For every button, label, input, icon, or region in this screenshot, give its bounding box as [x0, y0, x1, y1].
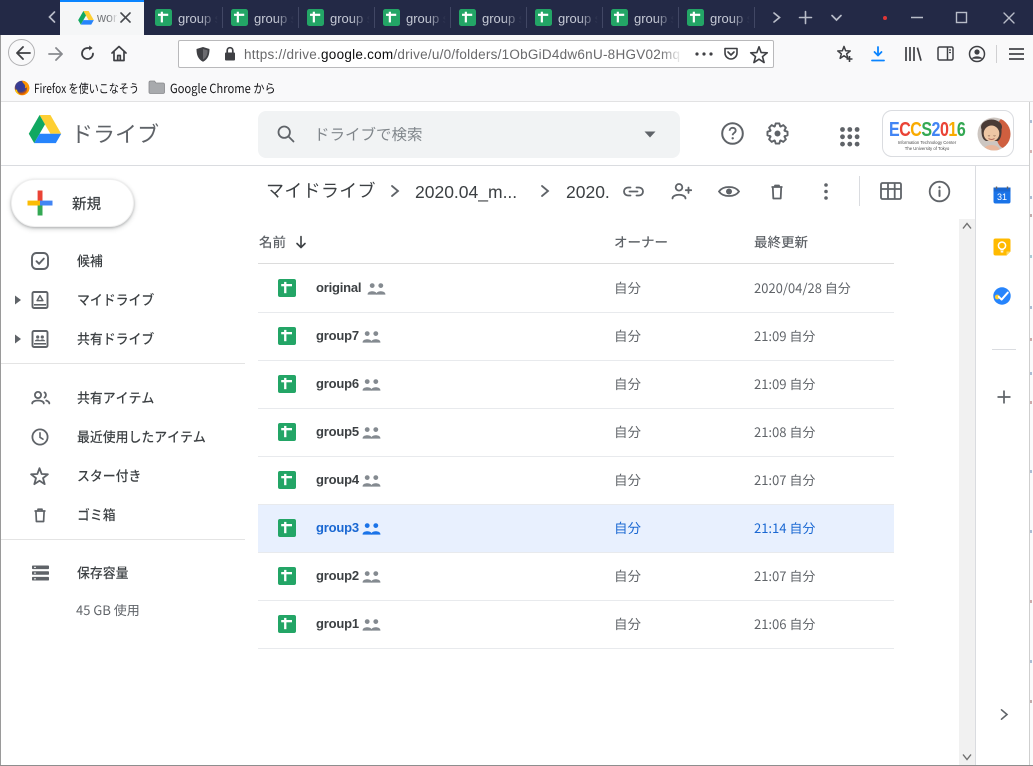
svg-text:31: 31 [997, 192, 1007, 202]
